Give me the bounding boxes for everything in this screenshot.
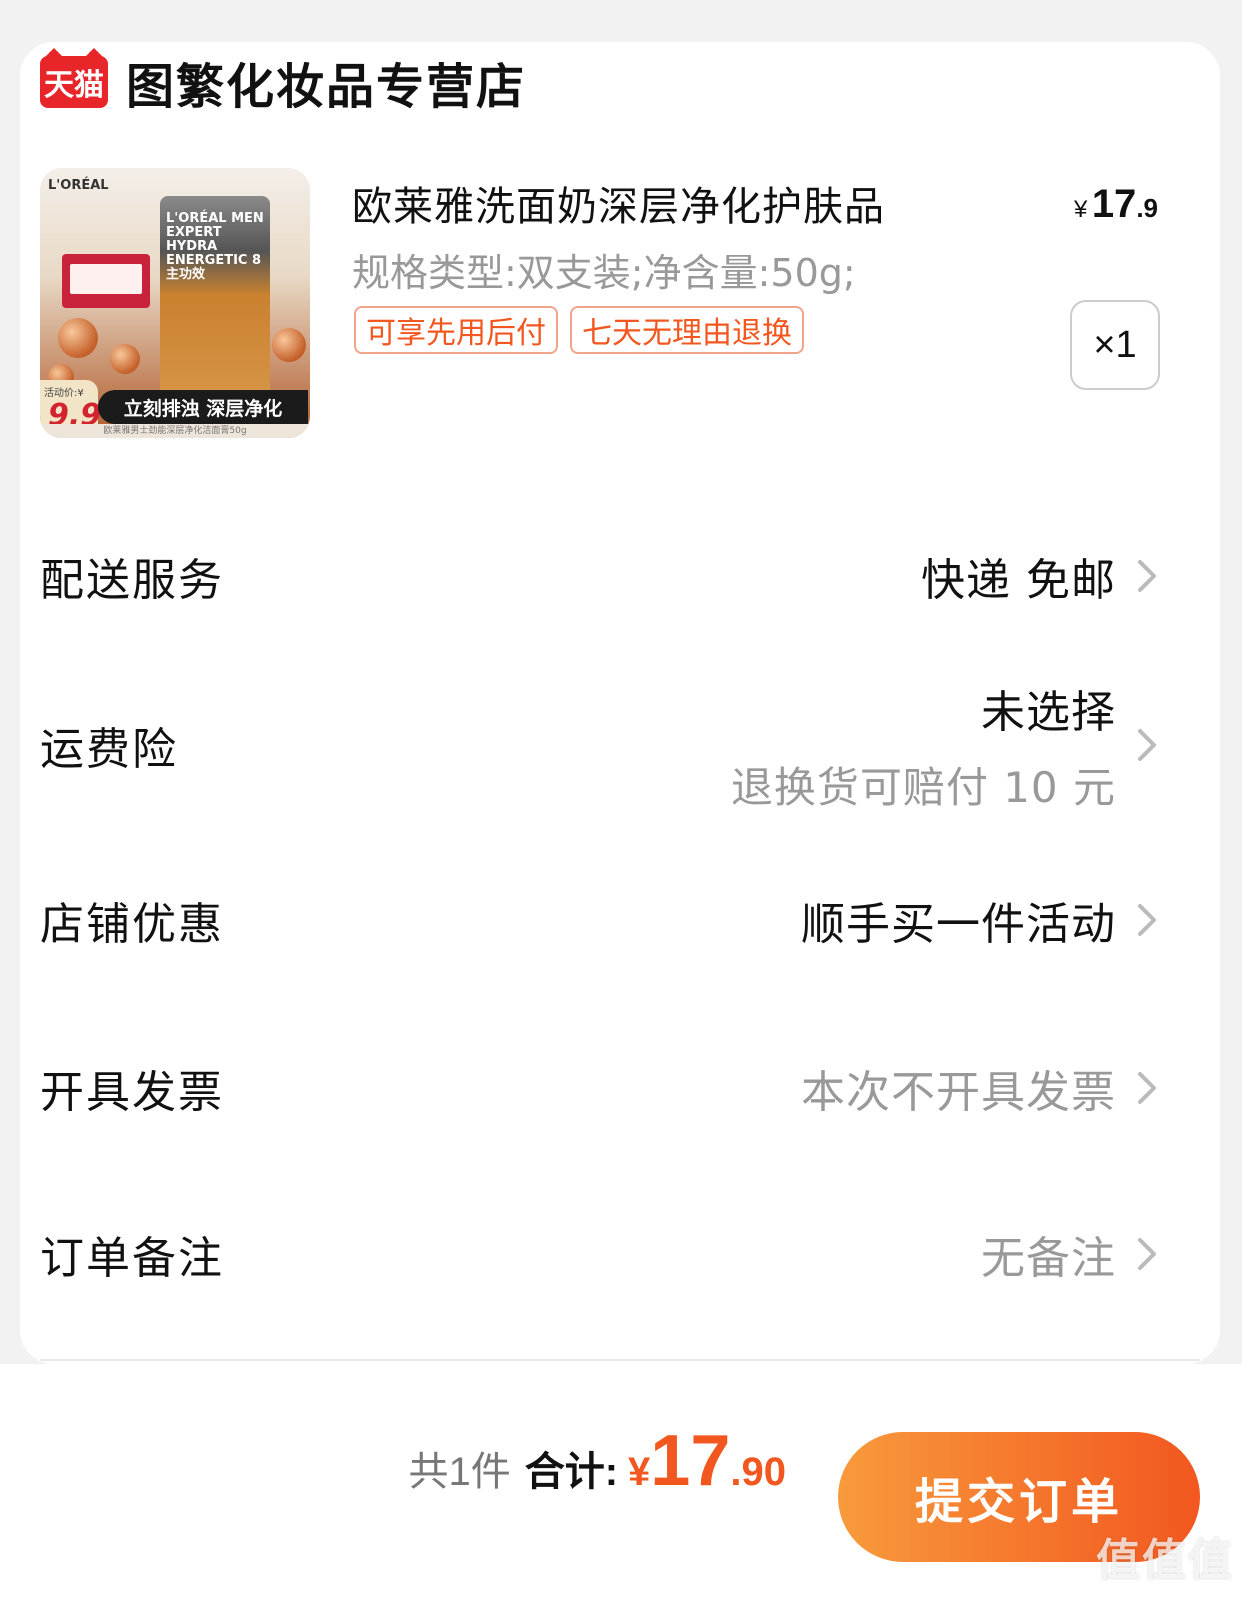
shop-name[interactable]: 图繁化妆品专营店 [126, 47, 526, 117]
invoice-value-group[interactable]: 本次不开具发票 [801, 1056, 1160, 1120]
total-label: 合计: [524, 1450, 619, 1494]
product-spec[interactable]: 规格类型:双支装;净含量:50g; [352, 242, 856, 297]
insurance-value-group[interactable]: 未选择 退换货可赔付 10 元 [731, 676, 1160, 815]
delivery-value: 快递 免邮 [921, 555, 1116, 606]
insurance-value: 未选择 [981, 686, 1116, 738]
product-title[interactable]: 欧莱雅洗面奶深层净化护肤品 [352, 174, 885, 232]
note-label: 订单备注 [40, 1233, 224, 1284]
chevron-right-icon [1138, 729, 1156, 761]
row-invoice[interactable]: 开具发票 本次不开具发票 [40, 1050, 1160, 1126]
bottom-divider [40, 1359, 1200, 1361]
chevron-right-icon [1138, 1238, 1156, 1270]
invoice-label: 开具发票 [40, 1067, 224, 1118]
order-summary: 共1件 合计: ¥17.90 [408, 1420, 786, 1502]
watermark: 值值值 [1096, 1535, 1234, 1586]
insurance-label: 运费险 [40, 724, 178, 775]
product-image-brand: L'ORÉAL [48, 178, 109, 193]
bubble-graphic [58, 318, 98, 358]
discount-value: 顺手买一件活动 [801, 899, 1116, 950]
invoice-value: 本次不开具发票 [801, 1067, 1116, 1118]
delivery-value-group[interactable]: 快递 免邮 [921, 544, 1160, 608]
coupon-graphic-inner [70, 264, 142, 294]
discount-value-group[interactable]: 顺手买一件活动 [801, 888, 1160, 952]
tag-seven-day-return: 七天无理由退换 [570, 306, 804, 354]
product-tube-text: L'ORÉAL MEN EXPERT HYDRA ENERGETIC 8主功效 [166, 211, 264, 282]
bubble-graphic [110, 344, 140, 374]
row-order-note[interactable]: 订单备注 无备注 [40, 1216, 1160, 1292]
row-shipping-insurance[interactable]: 运费险 未选择 退换货可赔付 10 元 [40, 680, 1160, 812]
promo-label: 活动价:¥ [44, 388, 84, 399]
chevron-right-icon [1138, 1072, 1156, 1104]
delivery-label: 配送服务 [40, 555, 224, 606]
total-currency: ¥ [628, 1450, 651, 1494]
note-value-group[interactable]: 无备注 [981, 1222, 1160, 1286]
chevron-right-icon [1138, 560, 1156, 592]
watermark-sub: zhizhizhi.com [1119, 1580, 1228, 1599]
product-item[interactable]: L'ORÉAL L'ORÉAL MEN EXPERT HYDRA ENERGET… [40, 168, 1160, 443]
product-tags: 可享先用后付 七天无理由退换 [354, 306, 804, 354]
bubble-graphic [272, 328, 306, 362]
total-amount: ¥17.90 [628, 1420, 786, 1502]
shop-header[interactable]: 天猫 图繁化妆品专营店 [40, 48, 526, 115]
row-delivery[interactable]: 配送服务 快递 免邮 [40, 538, 1160, 614]
tmall-logo-text: 天猫 [44, 68, 104, 103]
product-image-banner: 立刻排浊 深层净化 [98, 390, 308, 424]
total-integer: 17 [650, 1421, 731, 1501]
product-image-footnote: 欧莱雅男士劲能深层净化洁面膏50g [40, 424, 310, 438]
note-value: 无备注 [981, 1233, 1116, 1284]
price-decimal: .9 [1136, 193, 1158, 223]
quantity-button[interactable]: ×1 [1070, 300, 1160, 390]
price-integer: 17 [1091, 182, 1137, 226]
row-shop-discount[interactable]: 店铺优惠 顺手买一件活动 [40, 882, 1160, 958]
price-currency: ¥ [1074, 196, 1088, 223]
tag-pay-later: 可享先用后付 [354, 306, 558, 354]
insurance-sub: 退换货可赔付 10 元 [730, 762, 1116, 812]
product-image[interactable]: L'ORÉAL L'ORÉAL MEN EXPERT HYDRA ENERGET… [40, 168, 310, 438]
item-count: 共1件 [408, 1450, 511, 1494]
discount-label: 店铺优惠 [40, 899, 224, 950]
chevron-right-icon [1138, 904, 1156, 936]
product-price: ¥ 17.9 [1074, 182, 1158, 227]
total-decimal: .90 [730, 1450, 786, 1494]
tmall-logo: 天猫 [40, 48, 108, 108]
